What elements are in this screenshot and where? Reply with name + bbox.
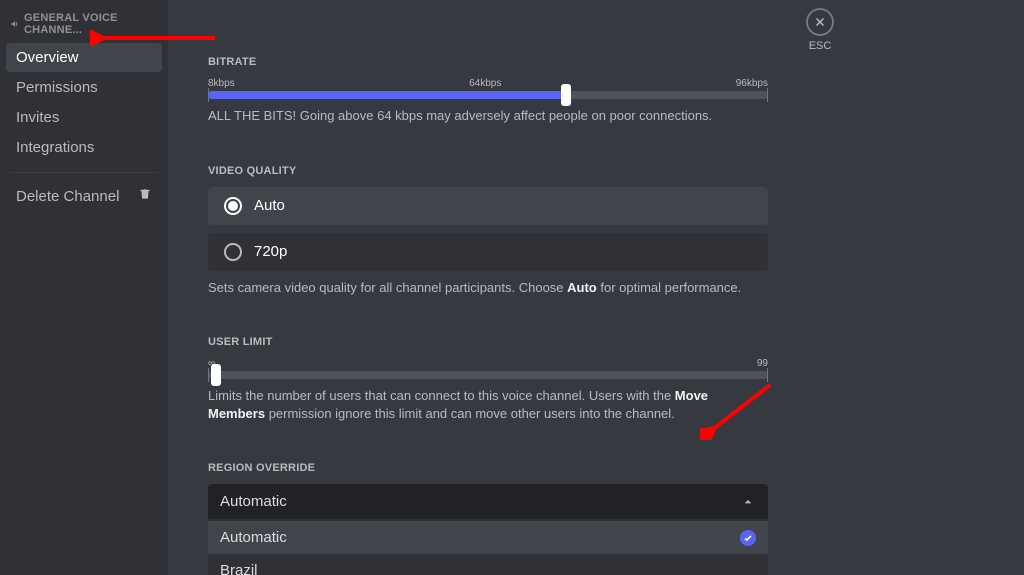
sidebar-item-overview[interactable]: Overview bbox=[6, 43, 162, 72]
sidebar-channel-title: GENERAL VOICE CHANNE... bbox=[0, 8, 168, 42]
user-limit-heading: USER LIMIT bbox=[208, 336, 984, 348]
settings-sidebar: GENERAL VOICE CHANNE... Overview Permiss… bbox=[0, 0, 168, 575]
video-quality-help-text: Sets camera video quality for all channe… bbox=[208, 279, 768, 297]
user-limit-help-post: permission ignore this limit and can mov… bbox=[265, 406, 675, 421]
slider-tick bbox=[767, 368, 768, 382]
bitrate-max-label: 96kbps bbox=[736, 78, 768, 89]
video-quality-option-auto[interactable]: Auto bbox=[208, 187, 768, 225]
video-quality-help-bold: Auto bbox=[567, 280, 597, 295]
sidebar-item-label: Integrations bbox=[16, 139, 94, 156]
bitrate-mid-label: 64kbps bbox=[469, 78, 501, 89]
bitrate-slider[interactable]: 8kbps 64kbps 96kbps bbox=[208, 78, 768, 99]
slider-tick bbox=[208, 368, 209, 382]
chevron-up-icon bbox=[740, 494, 756, 510]
user-limit-slider-thumb[interactable] bbox=[211, 364, 221, 386]
bitrate-slider-thumb[interactable] bbox=[561, 84, 571, 106]
region-option-label: Brazil bbox=[220, 562, 258, 575]
bitrate-min-label: 8kbps bbox=[208, 78, 235, 89]
sidebar-item-label: Overview bbox=[16, 49, 79, 66]
region-override-selected-label: Automatic bbox=[220, 493, 287, 510]
region-override-dropdown: Automatic Automatic Brazil Hong Kong bbox=[208, 484, 768, 575]
video-quality-help-pre: Sets camera video quality for all channe… bbox=[208, 280, 567, 295]
user-limit-slider-labels: ∞ 99 bbox=[208, 358, 768, 369]
delete-channel-label: Delete Channel bbox=[16, 188, 119, 205]
bitrate-slider-labels: 8kbps 64kbps 96kbps bbox=[208, 78, 768, 89]
bitrate-slider-track[interactable] bbox=[208, 91, 768, 99]
video-quality-option-label: 720p bbox=[254, 243, 287, 260]
bitrate-help-text: ALL THE BITS! Going above 64 kbps may ad… bbox=[208, 107, 768, 125]
video-quality-option-label: Auto bbox=[254, 197, 285, 214]
slider-tick bbox=[767, 88, 768, 102]
sidebar-item-delete-channel[interactable]: Delete Channel bbox=[6, 181, 162, 211]
video-quality-option-720p[interactable]: 720p bbox=[208, 233, 768, 271]
region-option-automatic[interactable]: Automatic bbox=[208, 521, 768, 554]
video-quality-help-post: for optimal performance. bbox=[597, 280, 742, 295]
radio-icon bbox=[224, 243, 242, 261]
video-quality-group: Auto 720p bbox=[208, 187, 768, 271]
trash-icon bbox=[138, 187, 152, 205]
user-limit-help-text: Limits the number of users that can conn… bbox=[208, 387, 768, 422]
region-override-select[interactable]: Automatic bbox=[208, 484, 768, 519]
bitrate-slider-fill bbox=[208, 91, 566, 99]
check-icon bbox=[740, 530, 756, 546]
sidebar-channel-title-text: GENERAL VOICE CHANNE... bbox=[24, 12, 158, 36]
region-option-brazil[interactable]: Brazil bbox=[208, 554, 768, 575]
video-quality-heading: VIDEO QUALITY bbox=[208, 165, 984, 177]
close-label: ESC bbox=[809, 40, 832, 52]
volume-icon bbox=[10, 19, 20, 29]
user-limit-help-pre: Limits the number of users that can conn… bbox=[208, 388, 675, 403]
sidebar-divider bbox=[10, 172, 158, 173]
region-override-option-list: Automatic Brazil Hong Kong India bbox=[208, 519, 768, 575]
bitrate-heading: BITRATE bbox=[208, 56, 984, 68]
sidebar-item-integrations[interactable]: Integrations bbox=[6, 133, 162, 162]
sidebar-item-permissions[interactable]: Permissions bbox=[6, 73, 162, 102]
sidebar-item-label: Invites bbox=[16, 109, 59, 126]
sidebar-item-invites[interactable]: Invites bbox=[6, 103, 162, 132]
radio-icon bbox=[224, 197, 242, 215]
region-override-heading: REGION OVERRIDE bbox=[208, 462, 984, 474]
user-limit-slider[interactable]: ∞ 99 bbox=[208, 358, 768, 379]
sidebar-item-label: Permissions bbox=[16, 79, 98, 96]
settings-main: BITRATE 8kbps 64kbps 96kbps ALL THE BITS… bbox=[168, 0, 1024, 575]
close-button[interactable] bbox=[806, 8, 834, 36]
close-settings: ESC bbox=[806, 8, 834, 52]
region-option-label: Automatic bbox=[220, 529, 287, 546]
user-limit-slider-track[interactable] bbox=[208, 371, 768, 379]
close-icon bbox=[813, 15, 827, 29]
